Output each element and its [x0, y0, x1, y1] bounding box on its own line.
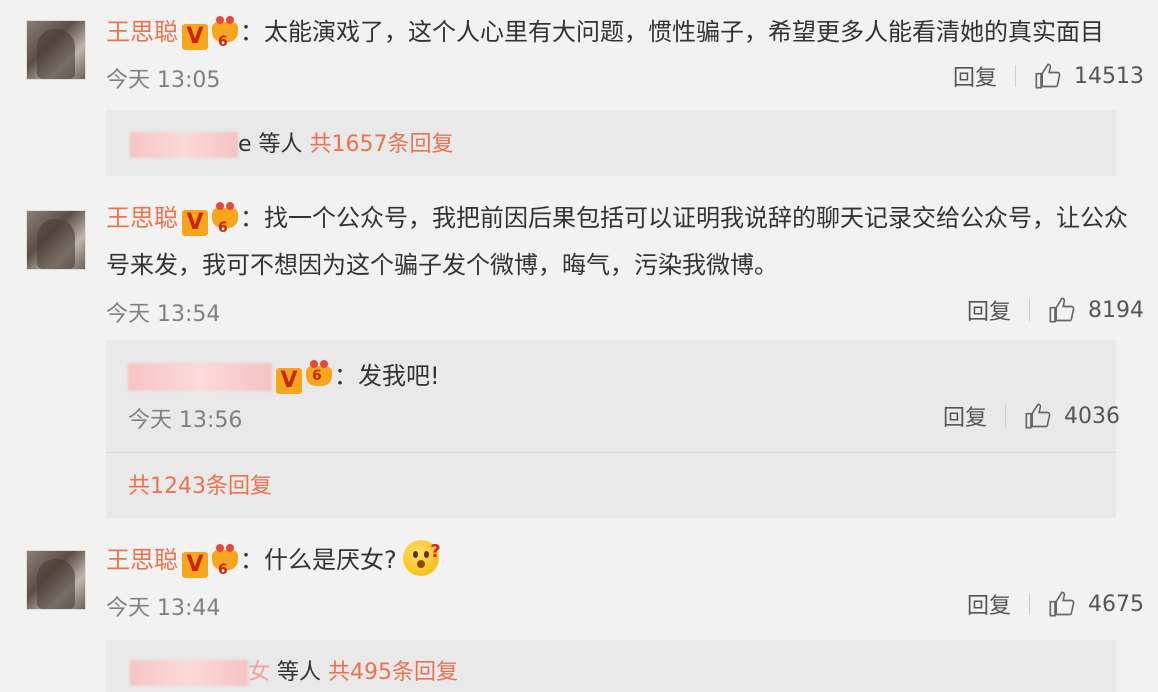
- replies-count-link[interactable]: 共1657条回复: [310, 132, 454, 157]
- question-emoji-icon: ?: [402, 540, 441, 576]
- comment-content: 号来发，我可不想因为这个骗子发个微博，晦气，污染我微博。: [106, 251, 778, 279]
- username[interactable]: 王思聪: [106, 18, 178, 46]
- crown-level-icon[interactable]: 6: [210, 202, 240, 236]
- divider: [1015, 65, 1016, 87]
- divider: [1029, 593, 1030, 615]
- like-count: 8194: [1088, 297, 1144, 323]
- crown-level-icon[interactable]: 6: [210, 16, 240, 50]
- divider: [1005, 405, 1006, 427]
- comment-content: 找一个公众号，我把前因后果包括可以证明我说辞的聊天记录交给公众号，让公众: [264, 204, 1128, 232]
- comment-text: 王思聪 V 6 ：找一个公众号，我把前因后果包括可以证明我说辞的聊天记录交给公众号，让…: [106, 202, 1128, 236]
- avatar[interactable]: [26, 210, 86, 270]
- subreply-content: 发我吧!: [358, 362, 440, 390]
- thumbs-up-icon[interactable]: [1024, 402, 1052, 430]
- comment-actions: 回复 8194: [967, 294, 1144, 326]
- v-badge-icon[interactable]: V: [182, 210, 208, 236]
- blurred-username: [130, 660, 248, 686]
- replies-summary-suffix: e 等人: [238, 132, 303, 157]
- replies-summary-suffix: 等人: [277, 660, 322, 685]
- timestamp: 今天 13:54: [106, 302, 221, 327]
- reply-button[interactable]: 回复: [967, 294, 1011, 326]
- reply-button[interactable]: 回复: [967, 588, 1011, 620]
- v-badge-icon[interactable]: V: [182, 24, 208, 50]
- avatar[interactable]: [26, 550, 86, 610]
- reply-button[interactable]: 回复: [943, 400, 987, 432]
- username[interactable]: 王思聪: [106, 546, 178, 574]
- timestamp: 今天 13:44: [106, 596, 221, 621]
- timestamp: 今天 13:05: [106, 68, 221, 93]
- reply-button[interactable]: 回复: [953, 60, 997, 92]
- subreply-box: V 6 ：发我吧! 今天 13:56 回复 4036 共1243条回复: [106, 340, 1120, 518]
- thumbs-up-icon[interactable]: [1034, 62, 1062, 90]
- blurred-username-suffix: 女: [248, 660, 271, 685]
- divider: [1029, 299, 1030, 321]
- comment-text: 王思聪 V 6 ：太能演戏了，这个人心里有大问题，惯性骗子，希望更多人能看清她的真实面…: [106, 16, 1104, 50]
- crown-level-icon[interactable]: 6: [304, 360, 334, 388]
- subreply-actions: 回复 4036: [943, 400, 1120, 432]
- comment-content: 太能演戏了，这个人心里有大问题，惯性骗子，希望更多人能看清她的真实面目: [264, 18, 1104, 46]
- thumbs-up-icon[interactable]: [1048, 296, 1076, 324]
- comment-text: 王思聪 V 6 ：什么是厌女??: [106, 540, 441, 578]
- replies-count-link[interactable]: 共1243条回复: [128, 468, 272, 500]
- like-count: 14513: [1074, 63, 1144, 89]
- like-count: 4036: [1064, 403, 1120, 429]
- blurred-username[interactable]: [128, 363, 272, 391]
- crown-level-icon[interactable]: 6: [210, 544, 240, 578]
- comment-actions: 回复 14513: [953, 60, 1144, 92]
- avatar[interactable]: [26, 20, 86, 80]
- blurred-username: [130, 132, 238, 158]
- replies-summary[interactable]: 女 等人 共495条回复: [106, 640, 1116, 692]
- thumbs-up-icon[interactable]: [1048, 590, 1076, 618]
- v-badge-icon[interactable]: V: [276, 368, 302, 394]
- comment-actions: 回复 4675: [967, 588, 1144, 620]
- timestamp: 今天 13:56: [128, 408, 243, 433]
- replies-summary[interactable]: e 等人 共1657条回复: [106, 110, 1116, 176]
- v-badge-icon[interactable]: V: [182, 552, 208, 578]
- replies-count-link[interactable]: 共495条回复: [328, 660, 458, 685]
- username[interactable]: 王思聪: [106, 204, 178, 232]
- comment-content: 什么是厌女?: [264, 546, 397, 574]
- comment-text-line2: 号来发，我可不想因为这个骗子发个微博，晦气，污染我微博。: [106, 247, 778, 283]
- like-count: 4675: [1088, 591, 1144, 617]
